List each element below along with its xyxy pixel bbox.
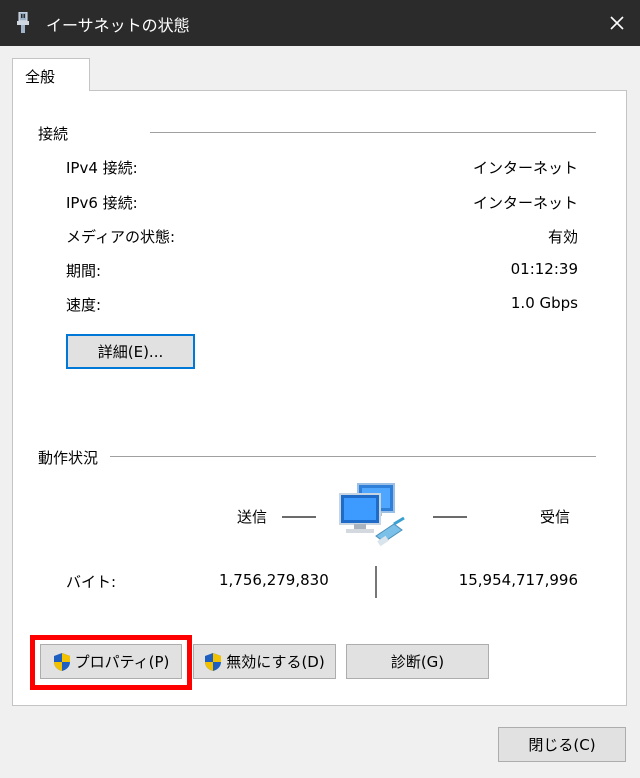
uac-shield-icon bbox=[205, 652, 222, 671]
speed-value: 1.0 Gbps bbox=[510, 294, 578, 312]
diagnose-button-label: 診断(G) bbox=[390, 653, 445, 671]
bytes-label: バイト: bbox=[66, 573, 117, 591]
window-title: イーサネットの状態 bbox=[46, 16, 190, 35]
bytes-received-value: 15,954,717,996 bbox=[458, 571, 578, 589]
details-button-label: 詳細(E)... bbox=[97, 343, 164, 361]
received-label: 受信 bbox=[540, 508, 571, 526]
close-window-button[interactable] bbox=[594, 0, 640, 46]
disable-button-label: 無効にする(D) bbox=[226, 653, 325, 671]
tab-panel bbox=[12, 90, 627, 706]
media-state-label: メディアの状態: bbox=[66, 228, 176, 246]
sent-line bbox=[282, 516, 316, 518]
close-button[interactable]: 閉じる(C) bbox=[498, 727, 626, 762]
received-line bbox=[433, 516, 467, 518]
tab-general[interactable]: 全般 bbox=[12, 58, 90, 91]
ipv4-label: IPv4 接続: bbox=[66, 159, 138, 177]
close-button-label: 閉じる(C) bbox=[528, 736, 596, 754]
ethernet-adapter-icon bbox=[16, 11, 30, 38]
duration-label: 期間: bbox=[66, 262, 102, 280]
duration-value: 01:12:39 bbox=[510, 260, 578, 278]
media-state-value: 有効 bbox=[547, 228, 578, 246]
activity-group-heading: 動作状況 bbox=[38, 449, 99, 467]
network-computers-icon bbox=[336, 480, 412, 556]
activity-group-divider bbox=[110, 456, 596, 457]
close-icon bbox=[610, 16, 624, 30]
tab-general-label: 全般 bbox=[25, 68, 56, 86]
bytes-separator bbox=[375, 566, 377, 598]
connection-group-divider bbox=[150, 132, 596, 133]
diagnose-button[interactable]: 診断(G) bbox=[346, 644, 489, 679]
disable-button[interactable]: 無効にする(D) bbox=[193, 644, 336, 679]
ipv4-value: インターネット bbox=[472, 159, 578, 177]
title-bar: イーサネットの状態 bbox=[0, 0, 640, 46]
sent-label: 送信 bbox=[237, 508, 268, 526]
bytes-sent-value: 1,756,279,830 bbox=[219, 571, 329, 589]
speed-label: 速度: bbox=[66, 296, 102, 314]
connection-group-heading: 接続 bbox=[38, 125, 69, 143]
details-button[interactable]: 詳細(E)... bbox=[66, 334, 195, 369]
highlight-box bbox=[30, 635, 192, 690]
ipv6-label: IPv6 接続: bbox=[66, 194, 138, 212]
ipv6-value: インターネット bbox=[472, 194, 578, 212]
